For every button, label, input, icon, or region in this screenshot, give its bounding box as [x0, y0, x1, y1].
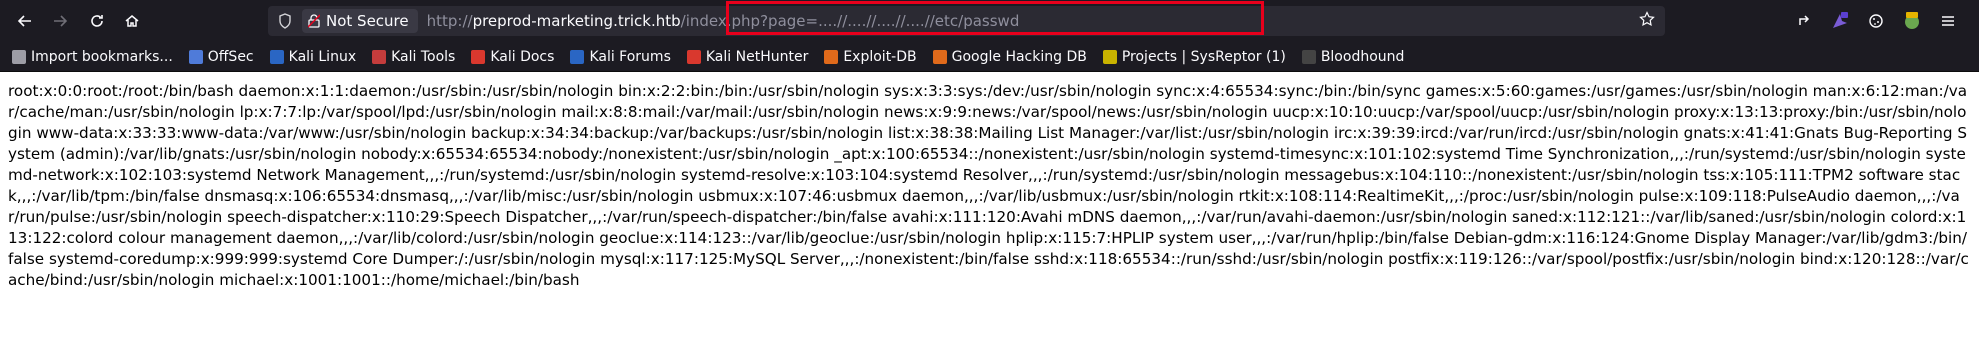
bookmark-google-hacking-db[interactable]: Google Hacking DB [932, 49, 1087, 65]
bookmark-offsec[interactable]: OffSec [188, 49, 254, 65]
exploit-db-icon [824, 49, 839, 64]
url-host: preprod-marketing.trick.htb [472, 12, 681, 30]
app-menu-button[interactable] [1937, 10, 1959, 32]
burp-extension-button[interactable] [1901, 10, 1923, 32]
bookmark-exploit-db[interactable]: Exploit-DB [824, 49, 917, 65]
import-icon [12, 49, 26, 64]
nethunter-icon [686, 49, 701, 64]
extension-button[interactable] [1793, 10, 1815, 32]
cookie-extension-button[interactable] [1865, 10, 1887, 32]
kali-docs-icon [471, 49, 486, 64]
reload-icon [91, 15, 103, 27]
bookmark-kali-docs[interactable]: Kali Docs [471, 49, 554, 65]
home-icon [125, 15, 139, 27]
kali-dragon-icon [269, 49, 284, 64]
star-icon [1639, 11, 1655, 27]
toolbar-icons [1679, 0, 1979, 42]
bloodhound-icon [1301, 49, 1316, 64]
sysreptor-icon [1102, 49, 1117, 64]
page-content: root:x:0:0:root:/root:/bin/bash daemon:x… [0, 72, 1979, 291]
bookmark-import[interactable]: Import bookmarks... [12, 49, 173, 65]
bookmarks-toolbar: Import bookmarks... OffSec Kali Linux Ka… [0, 42, 1979, 72]
ghdb-icon [932, 49, 947, 64]
url-bar[interactable]: Not Secure http://preprod-marketing.tric… [268, 1, 1665, 36]
arrow-left-icon [17, 15, 31, 27]
bookmark-sysreptor[interactable]: Projects | SysReptor (1) [1102, 49, 1286, 65]
reload-button[interactable] [84, 8, 110, 34]
highlight-box [726, 1, 1264, 35]
passwd-file-contents: root:x:0:0:root:/root:/bin/bash daemon:x… [8, 82, 1969, 289]
bookmark-kali-forums[interactable]: Kali Forums [570, 49, 671, 65]
bookmark-star-button[interactable] [1639, 11, 1655, 32]
bookmark-bloodhound[interactable]: Bloodhound [1301, 49, 1404, 65]
puzzle-badge-icon [1833, 12, 1848, 28]
arrow-right-icon [54, 15, 68, 27]
share-icon [1799, 15, 1810, 25]
extension-badge-button[interactable] [1829, 10, 1851, 32]
tracking-shield-icon[interactable] [278, 12, 294, 30]
security-label: Not Secure [326, 12, 409, 30]
bookmark-kali-linux[interactable]: Kali Linux [269, 49, 356, 65]
burp-icon [1905, 12, 1919, 29]
hamburger-menu-icon [1942, 16, 1954, 26]
offsec-icon [188, 49, 203, 64]
back-button[interactable] [12, 8, 38, 34]
home-button[interactable] [119, 8, 145, 34]
browser-chrome: Not Secure http://preprod-marketing.tric… [0, 0, 1979, 72]
url-prefix: http:// [426, 12, 473, 30]
kali-tools-icon [372, 49, 387, 64]
cookie-icon [1869, 14, 1883, 28]
bookmark-kali-nethunter[interactable]: Kali NetHunter [686, 49, 808, 65]
forward-button[interactable] [47, 8, 73, 34]
security-indicator[interactable]: Not Secure [302, 9, 418, 33]
bookmark-kali-tools[interactable]: Kali Tools [372, 49, 455, 65]
broken-lock-icon [308, 14, 320, 28]
kali-forums-icon [570, 49, 585, 64]
navigation-toolbar: Not Secure http://preprod-marketing.tric… [0, 0, 1979, 42]
